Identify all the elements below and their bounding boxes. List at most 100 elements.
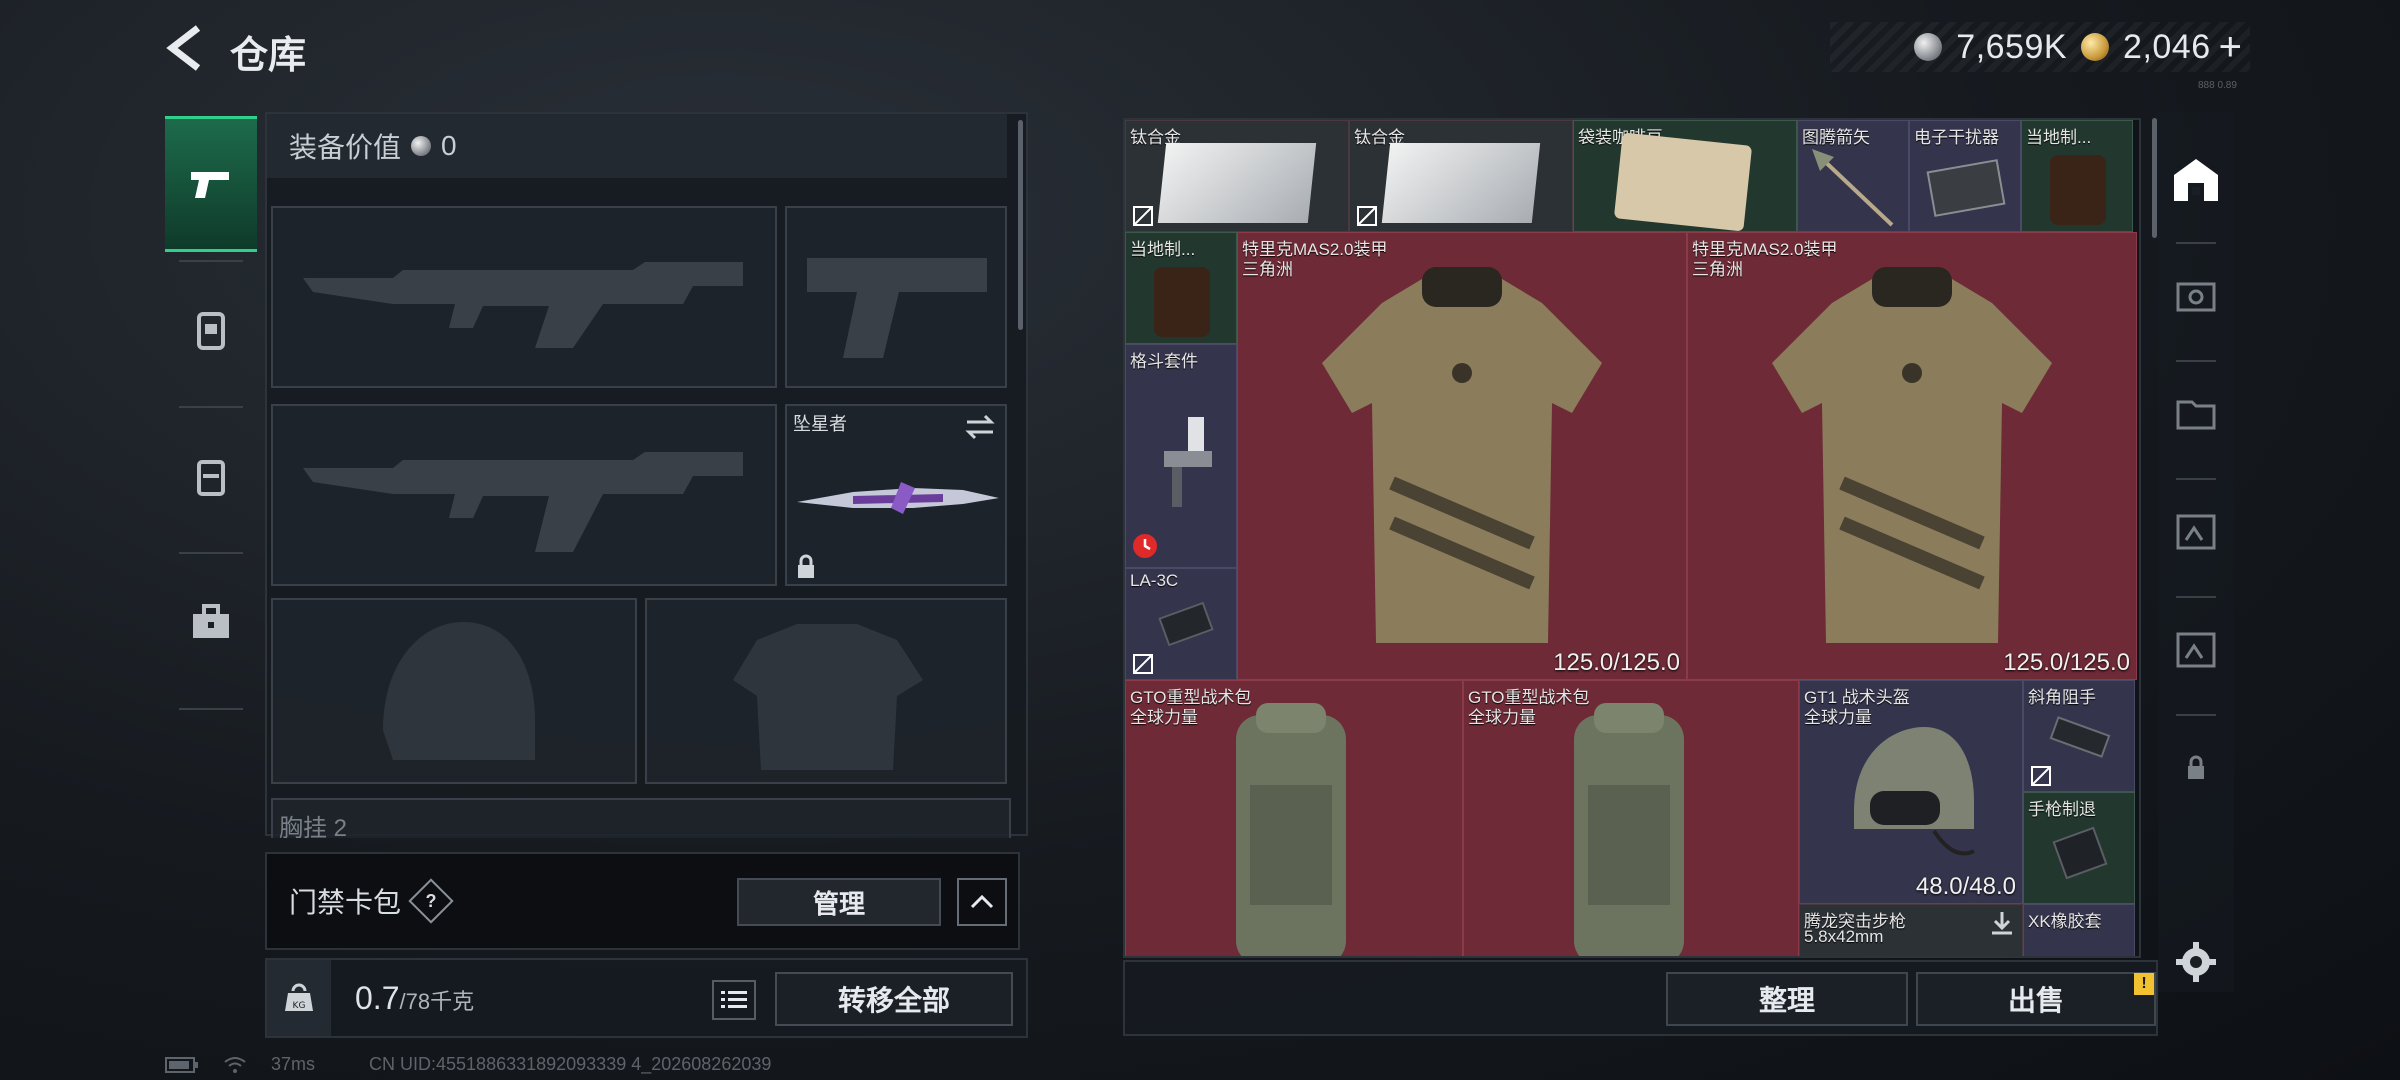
pistol-silhouette-icon bbox=[807, 258, 987, 358]
storage-item[interactable]: LA-3C bbox=[1125, 568, 1237, 680]
help-icon[interactable]: ? bbox=[408, 878, 454, 924]
storage-item-armor[interactable]: 特里克MAS2.0装甲 三角洲 125.0/125.0 bbox=[1687, 232, 2137, 680]
list-icon bbox=[721, 991, 747, 1008]
body-armor-icon bbox=[1772, 267, 2052, 643]
tab-storage-3[interactable] bbox=[2166, 364, 2226, 464]
helmet-slot[interactable] bbox=[271, 598, 637, 784]
melee-label: 坠星者 bbox=[793, 414, 847, 434]
storage-item-armor[interactable]: 特里克MAS2.0装甲 三角洲 125.0/125.0 bbox=[1237, 232, 1687, 680]
primary-weapon-slot[interactable] bbox=[271, 206, 777, 388]
chest-rig-label: 胸挂 2 bbox=[279, 815, 348, 838]
storage-item[interactable]: 钛合金 bbox=[1349, 120, 1573, 232]
equipment-scrollbar[interactable] bbox=[1018, 120, 1023, 330]
storage-item[interactable]: 格斗套件 bbox=[1125, 344, 1237, 568]
item-name: 当地制... bbox=[1130, 240, 1196, 259]
storage-item[interactable]: 图腾箭矢 bbox=[1797, 120, 1909, 232]
sell-button[interactable]: 出售 bbox=[1916, 972, 2156, 1026]
no-trade-icon bbox=[1357, 206, 1377, 226]
storage-item[interactable]: XK橡胶套 bbox=[2023, 904, 2135, 956]
secondary-weapon-slot[interactable] bbox=[785, 206, 1007, 388]
tab-gear[interactable] bbox=[165, 260, 257, 400]
backpack-icon bbox=[1574, 703, 1684, 956]
no-trade-icon bbox=[1133, 206, 1153, 226]
add-currency-button[interactable]: + bbox=[2219, 25, 2242, 70]
storage-item-backpack[interactable]: GTO重型战术包 全球力量 bbox=[1463, 680, 1799, 956]
helmet-silhouette-icon bbox=[383, 622, 535, 760]
storage-item[interactable]: 袋装咖啡豆 bbox=[1573, 120, 1797, 232]
lock-icon bbox=[798, 554, 814, 578]
frame-icon bbox=[2176, 514, 2216, 550]
no-trade-icon bbox=[2031, 766, 2051, 786]
back-button[interactable] bbox=[160, 22, 210, 74]
equipment-value-label: 装备价值 bbox=[289, 132, 402, 163]
melee-slot[interactable]: 坠星者 bbox=[785, 404, 1007, 586]
lock-icon bbox=[2188, 755, 2204, 779]
helmet-icon bbox=[1854, 727, 1975, 856]
storage-item[interactable]: 当地制... bbox=[1125, 232, 1237, 344]
item-subtitle: 全球力量 bbox=[1468, 708, 1536, 727]
gear-icon bbox=[2176, 942, 2216, 982]
chest-rig-slot[interactable]: 胸挂 2 bbox=[271, 798, 1011, 838]
help-mark: ? bbox=[425, 890, 437, 911]
storage-item[interactable]: 腾龙突击步枪 5.8x42mm bbox=[1799, 904, 2023, 956]
warehouse-icon bbox=[2174, 159, 2218, 201]
silver-amount: 7,659K bbox=[1956, 27, 2068, 66]
weight-max: /78千克 bbox=[399, 989, 475, 1014]
pistol-icon bbox=[191, 172, 229, 198]
backpack-icon bbox=[1236, 703, 1346, 956]
body-armor-icon bbox=[1322, 267, 1602, 643]
storage-item[interactable]: 当地制... bbox=[2021, 120, 2133, 232]
list-view-button[interactable] bbox=[712, 980, 756, 1020]
tab-storage-4[interactable] bbox=[2166, 482, 2226, 582]
transfer-all-button[interactable]: 转移全部 bbox=[775, 972, 1013, 1026]
storage-item[interactable]: 电子干扰器 bbox=[1909, 120, 2021, 232]
item-name: 电子干扰器 bbox=[1914, 128, 1999, 147]
tab-locked[interactable] bbox=[2166, 718, 2226, 818]
keycard-bag-title: 门禁卡包 bbox=[289, 887, 402, 918]
rifle-silhouette-icon bbox=[303, 452, 743, 552]
titanium-ingot-icon bbox=[1381, 143, 1541, 223]
briefcase-icon bbox=[193, 604, 229, 638]
weight-icon: KG bbox=[267, 960, 331, 1036]
folder-icon bbox=[2176, 400, 2216, 430]
knife-icon bbox=[797, 482, 999, 514]
swap-icon[interactable] bbox=[963, 412, 997, 442]
uid-readout: CN UID:4551886331892093339 4_20260826203… bbox=[369, 1054, 772, 1074]
equipment-value-amount: 0 bbox=[441, 130, 457, 161]
tab-storage-2[interactable] bbox=[2166, 246, 2226, 346]
weight-current: 0.7 bbox=[355, 980, 400, 1016]
tab-weapons[interactable] bbox=[165, 116, 257, 252]
storage-item[interactable]: 手枪制退 bbox=[2023, 792, 2135, 904]
primary-weapon-slot-2[interactable] bbox=[271, 404, 777, 586]
storage-scrollbar[interactable] bbox=[2152, 118, 2157, 238]
manage-button[interactable]: 管理 bbox=[737, 878, 941, 926]
tab-case[interactable] bbox=[165, 552, 257, 692]
svg-text:KG: KG bbox=[293, 1001, 306, 1011]
tab-storage-main[interactable] bbox=[2166, 130, 2226, 230]
vest-icon bbox=[197, 312, 225, 350]
item-name: 斜角阻手 bbox=[2028, 688, 2096, 707]
capacity-bar: KG 0.7/78千克 转移全部 bbox=[265, 958, 1028, 1038]
coffee-jar-icon bbox=[1154, 267, 1210, 337]
laser-module-icon bbox=[1158, 601, 1214, 647]
equipment-value-header: 装备价值 0 bbox=[267, 114, 1007, 178]
armor-slot[interactable] bbox=[645, 598, 1007, 784]
settings-button[interactable] bbox=[2166, 932, 2226, 992]
muzzle-brake-icon bbox=[2052, 826, 2108, 880]
tab-storage-5[interactable] bbox=[2166, 600, 2226, 700]
page-title: 仓库 bbox=[230, 35, 307, 77]
storage-item-backpack[interactable]: GTO重型战术包 全球力量 bbox=[1125, 680, 1463, 956]
silver-coin-icon bbox=[411, 136, 432, 156]
storage-item[interactable]: 斜角阻手 bbox=[2023, 680, 2135, 792]
download-icon bbox=[1992, 912, 2012, 935]
item-durability: 125.0/125.0 bbox=[1553, 649, 1680, 676]
collapse-button[interactable] bbox=[957, 878, 1007, 926]
sort-button[interactable]: 整理 bbox=[1666, 972, 1908, 1026]
ping-readout: 37ms bbox=[271, 1054, 316, 1074]
chevron-up-icon bbox=[970, 894, 994, 909]
storage-item[interactable]: 钛合金 bbox=[1125, 120, 1349, 232]
tab-backpack[interactable] bbox=[165, 406, 257, 546]
titanium-ingot-icon bbox=[1157, 143, 1317, 223]
storage-item-helmet[interactable]: GT1 战术头盔 全球力量 48.0/48.0 bbox=[1799, 680, 2023, 904]
armor-silhouette-icon bbox=[733, 624, 923, 770]
